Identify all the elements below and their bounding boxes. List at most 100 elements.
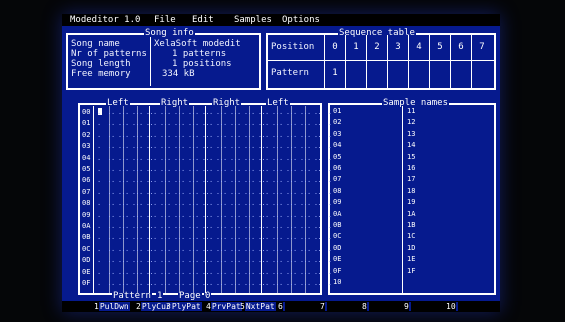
- sequence-position-cell[interactable]: 0: [326, 42, 344, 52]
- sample-slot[interactable]: 0E: [333, 255, 341, 263]
- sample-slot[interactable]: 0B: [333, 221, 341, 229]
- sequence-column-divider: [429, 35, 430, 88]
- sequence-pattern-cell[interactable]: 1: [326, 68, 344, 78]
- pattern-cell[interactable]: . . .: [307, 188, 333, 196]
- pattern-cell[interactable]: . . .: [307, 245, 333, 253]
- sample-slot[interactable]: 01: [333, 107, 341, 115]
- sample-slot[interactable]: 12: [407, 118, 415, 126]
- channel-divider: [149, 106, 150, 293]
- sample-slot[interactable]: 13: [407, 130, 415, 138]
- function-key-1[interactable]: 1PulDwn: [94, 302, 130, 311]
- sequence-position-cell[interactable]: 3: [389, 42, 407, 52]
- function-key-label: PlyPat: [170, 302, 202, 311]
- sample-slot[interactable]: 06: [333, 164, 341, 172]
- sample-slot[interactable]: 07: [333, 175, 341, 183]
- sample-slot[interactable]: 1A: [407, 210, 415, 218]
- sequence-position-cell[interactable]: 4: [410, 42, 428, 52]
- sample-names-title: Sample names: [382, 98, 450, 108]
- nr-patterns-value: 1 patterns: [172, 49, 227, 59]
- sample-slot[interactable]: 15: [407, 153, 415, 161]
- pattern-cell[interactable]: . . .: [307, 222, 333, 230]
- sample-slot[interactable]: 05: [333, 153, 341, 161]
- sample-slot[interactable]: 1F: [407, 267, 415, 275]
- sample-slot[interactable]: 14: [407, 141, 415, 149]
- menu-samples[interactable]: Samples: [234, 15, 272, 25]
- sample-slot[interactable]: 1C: [407, 232, 415, 240]
- sample-slot[interactable]: 1D: [407, 244, 415, 252]
- pattern-cell[interactable]: . . .: [307, 154, 333, 162]
- page-footer-label: Page: [178, 291, 202, 301]
- free-memory-label: Free memory: [71, 69, 131, 79]
- function-key-8[interactable]: 8: [362, 302, 369, 311]
- sample-slot[interactable]: 02: [333, 118, 341, 126]
- function-key-10[interactable]: 10: [446, 302, 458, 311]
- sequence-position-cell[interactable]: 1: [347, 42, 365, 52]
- sequence-table-title: Sequence table: [338, 28, 416, 38]
- sample-slot[interactable]: 03: [333, 130, 341, 138]
- pattern-row-number: 0F: [82, 279, 91, 287]
- function-key-5[interactable]: 5NxtPat: [240, 302, 276, 311]
- sample-slot[interactable]: 0D: [333, 244, 341, 252]
- free-memory-value: 334 kB: [162, 69, 195, 79]
- pattern-row-number: 01: [82, 119, 91, 128]
- sample-slot[interactable]: 08: [333, 187, 341, 195]
- sequence-position-cell[interactable]: 5: [431, 42, 449, 52]
- menu-file[interactable]: File: [154, 15, 176, 25]
- pattern-cell[interactable]: . . .: [307, 233, 333, 241]
- sequence-position-cell[interactable]: 2: [368, 42, 386, 52]
- menu-edit[interactable]: Edit: [192, 15, 214, 25]
- pattern-cell[interactable]: . . .: [307, 176, 333, 184]
- pattern-row-number: 08: [82, 199, 91, 208]
- sample-slot[interactable]: 17: [407, 175, 415, 183]
- function-key-9[interactable]: 9: [404, 302, 411, 311]
- function-key-3[interactable]: 3PlyPat: [166, 302, 202, 311]
- sample-slot[interactable]: 16: [407, 164, 415, 172]
- row-number-divider: [93, 106, 94, 293]
- pattern-cell[interactable]: . . .: [307, 199, 333, 207]
- pattern-cell[interactable]: . . .: [307, 256, 333, 264]
- sample-slot[interactable]: 04: [333, 141, 341, 149]
- sample-slot[interactable]: 10: [333, 278, 341, 286]
- sample-slot[interactable]: 1B: [407, 221, 415, 229]
- function-key-4[interactable]: 4PrvPat: [206, 302, 242, 311]
- song-length-label: Song length: [71, 59, 131, 69]
- pattern-cell[interactable]: . . .: [307, 131, 333, 139]
- song-info-title: Song info: [144, 28, 195, 38]
- menu-options[interactable]: Options: [282, 15, 320, 25]
- pattern-cell[interactable]: . . .: [307, 119, 333, 127]
- sample-slot[interactable]: 0A: [333, 210, 341, 218]
- function-key-6[interactable]: 6: [278, 302, 285, 311]
- sequence-column-divider: [450, 35, 451, 88]
- sequence-column-divider: [471, 35, 472, 88]
- sample-slot[interactable]: 0C: [333, 232, 341, 240]
- pattern-cell[interactable]: . . .: [307, 211, 333, 219]
- sample-slot[interactable]: 0F: [333, 267, 341, 275]
- sample-slot[interactable]: 1E: [407, 255, 415, 263]
- song-name-value[interactable]: XelaSoft modedit: [154, 39, 241, 49]
- pattern-row-number: 0E: [82, 267, 91, 276]
- menu-bar: Modeditor 1.0 File Edit Samples Options: [62, 14, 500, 26]
- sample-slot[interactable]: 09: [333, 198, 341, 206]
- sequence-column-divider: [345, 35, 346, 88]
- pattern-cell[interactable]: . . .: [307, 108, 333, 116]
- pattern-cell[interactable]: . . .: [307, 279, 333, 287]
- function-key-label: PrvPat: [210, 302, 242, 311]
- sequence-position-cell[interactable]: 6: [452, 42, 470, 52]
- nr-patterns-label: Nr of patterns: [71, 49, 147, 59]
- sample-slot[interactable]: 18: [407, 187, 415, 195]
- pattern-cell[interactable]: . . .: [307, 142, 333, 150]
- pattern-cell[interactable]: . . .: [307, 165, 333, 173]
- pattern-footer-label: Pattern: [112, 291, 152, 301]
- pattern-number: 1: [156, 291, 164, 301]
- sample-slot[interactable]: 11: [407, 107, 415, 115]
- pattern-cell[interactable]: . . .: [307, 268, 333, 276]
- function-key-label: [366, 302, 369, 311]
- function-key-7[interactable]: 7: [320, 302, 327, 311]
- function-key-bar: 1PulDwn 2PlyCur 3PlyPat 4PrvPat 5NxtPat 6 7 8 9 1…: [62, 301, 500, 312]
- sequence-position-cell[interactable]: 7: [473, 42, 491, 52]
- function-key-label: [324, 302, 327, 311]
- pattern-row-number: 02: [82, 130, 91, 139]
- pattern-row-number: 05: [82, 165, 91, 173]
- pattern-row-number: 09: [82, 210, 91, 219]
- sample-slot[interactable]: 19: [407, 198, 415, 206]
